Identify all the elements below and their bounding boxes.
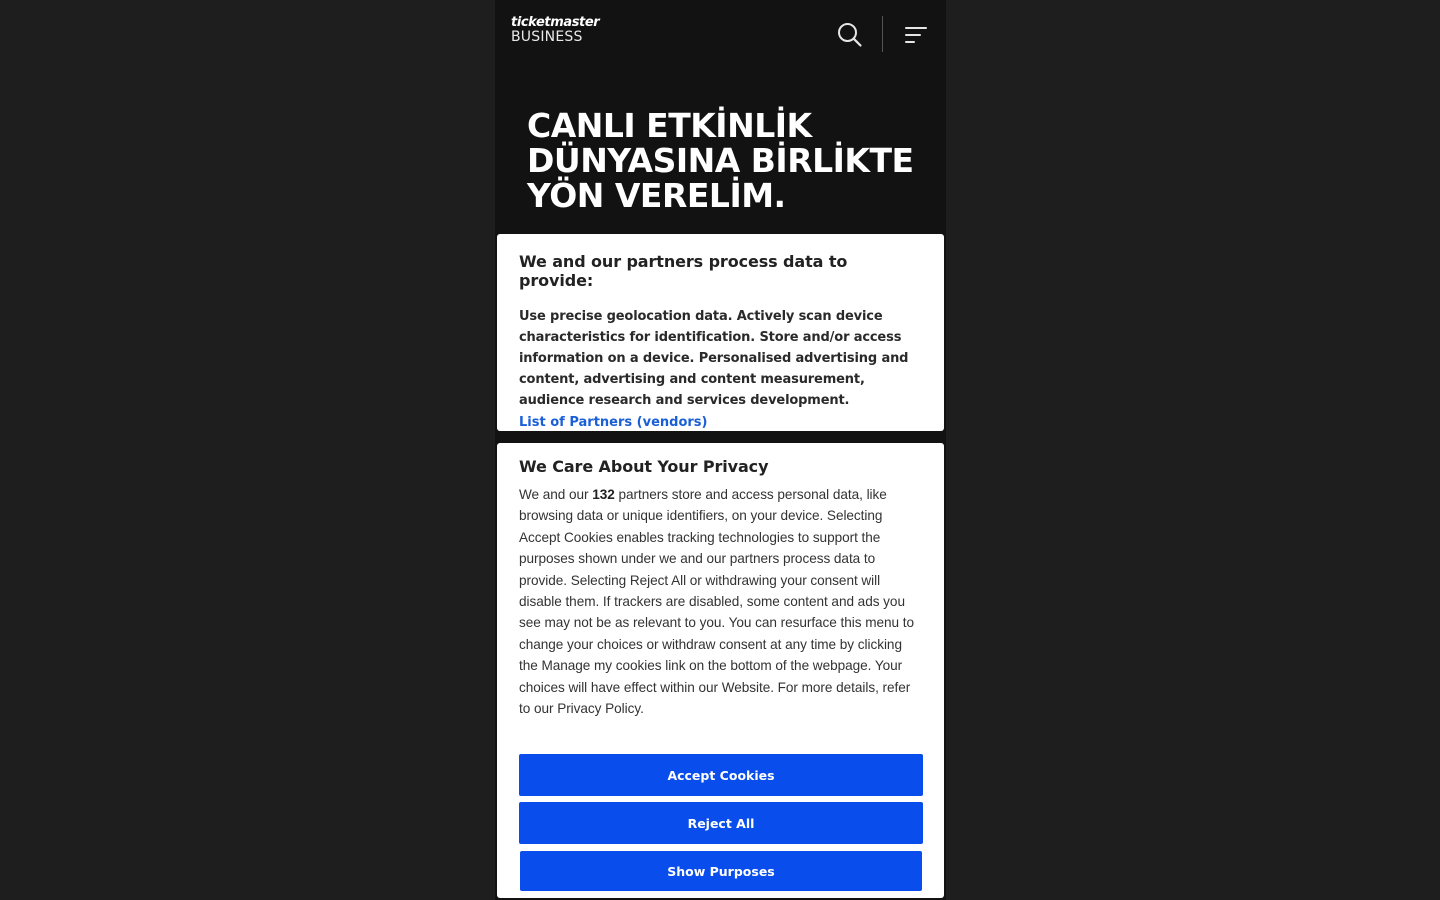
- search-button[interactable]: [835, 20, 865, 50]
- header-divider: [882, 16, 883, 52]
- reject-all-button[interactable]: Reject All: [519, 802, 923, 844]
- hero-title-line-3: YÖN VERELİM.: [527, 176, 786, 215]
- ticketmaster-business-logo[interactable]: ticketmaster BUSINESS: [511, 15, 600, 45]
- privacy-text-start: We and our: [519, 487, 593, 502]
- search-icon: [838, 23, 862, 47]
- site-header: ticketmaster BUSINESS: [495, 0, 946, 72]
- logo-wordmark: ticketmaster: [511, 15, 600, 30]
- privacy-description: We and our 132 partners store and access…: [519, 484, 922, 719]
- mobile-viewport: ticketmaster BUSINESS CANLI ETKİNLİK DÜN…: [495, 0, 946, 900]
- partner-count: 132: [592, 487, 615, 502]
- partners-purposes-text: Use precise geolocation data. Actively s…: [519, 309, 909, 408]
- privacy-title: We Care About Your Privacy: [519, 457, 769, 476]
- menu-icon: [905, 27, 927, 43]
- partners-purposes-card: We and our partners process data to prov…: [497, 234, 944, 431]
- menu-button[interactable]: [903, 22, 929, 48]
- hero-title-line-2: DÜNYASINA BİRLİKTE: [527, 141, 914, 180]
- partners-purposes-title: We and our partners process data to prov…: [519, 252, 848, 290]
- logo-subtitle: BUSINESS: [511, 29, 583, 45]
- privacy-consent-card: We Care About Your Privacy We and our 13…: [497, 443, 944, 898]
- show-purposes-button[interactable]: Show Purposes: [520, 851, 922, 891]
- hero-title: CANLI ETKİNLİK DÜNYASINA BİRLİKTE YÖN VE…: [527, 108, 927, 213]
- list-of-partners-link[interactable]: List of Partners (vendors): [519, 415, 922, 430]
- accept-cookies-button[interactable]: Accept Cookies: [519, 754, 923, 796]
- hero-title-line-1: CANLI ETKİNLİK: [527, 106, 812, 145]
- privacy-text-rest: partners store and access personal data,…: [519, 487, 914, 717]
